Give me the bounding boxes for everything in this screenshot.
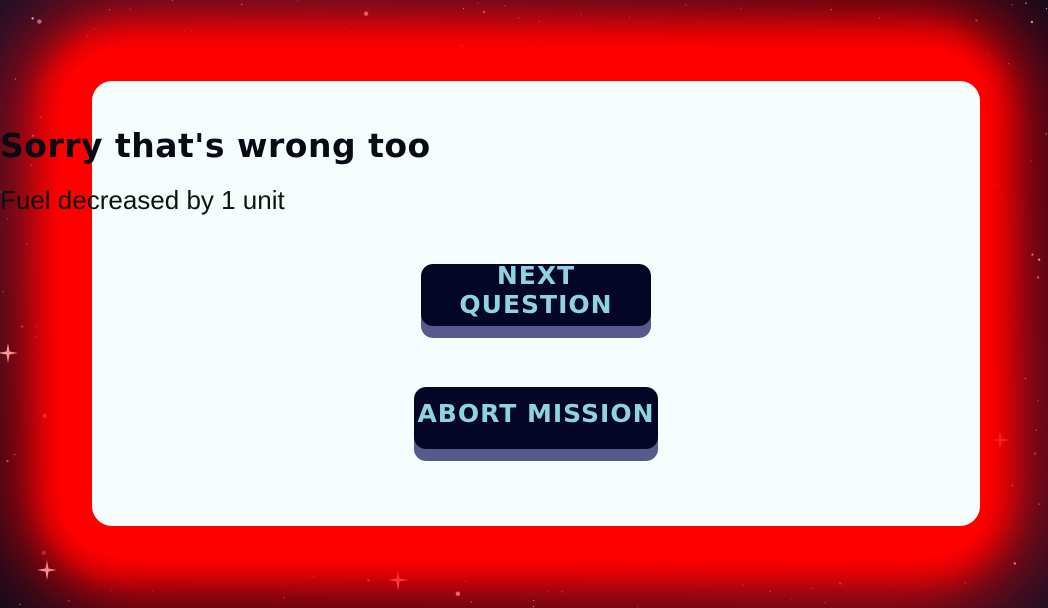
next-question-button[interactable]: NEXT QUESTION bbox=[421, 261, 651, 326]
next-question-label: NEXT QUESTION bbox=[459, 261, 613, 319]
dialog-title: Sorry that's wrong too bbox=[0, 126, 431, 165]
fuel-message: Fuel decreased by 1 unit bbox=[0, 185, 285, 215]
abort-mission-label: ABORT MISSION bbox=[417, 398, 655, 428]
abort-mission-button[interactable]: ABORT MISSION bbox=[414, 387, 658, 449]
